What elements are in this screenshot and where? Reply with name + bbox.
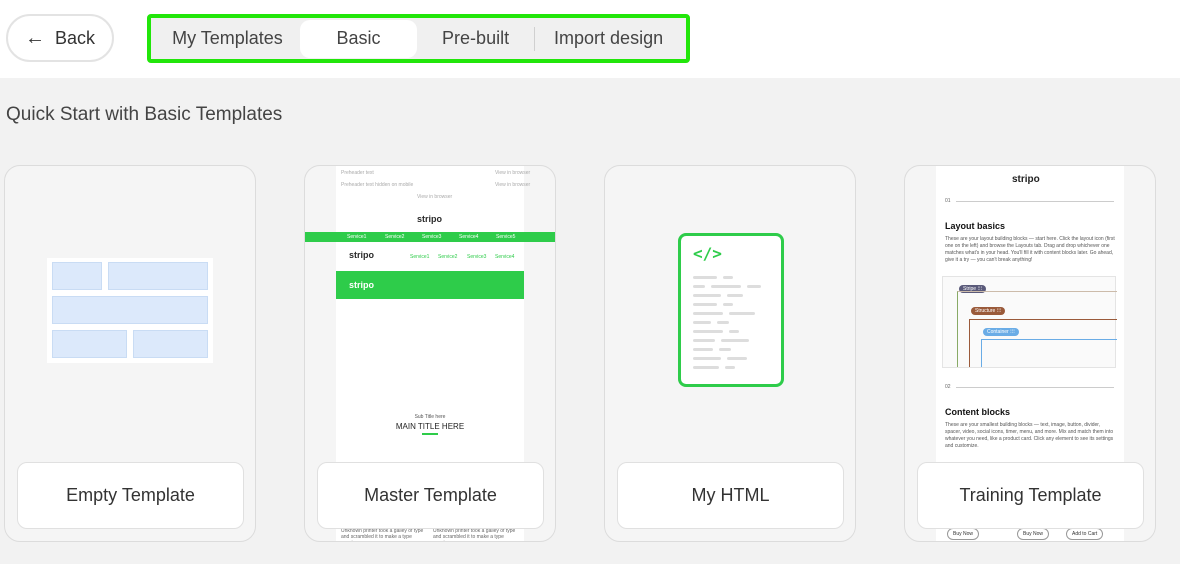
my-html-card[interactable]: </> My HTML (604, 165, 856, 542)
tab-basic[interactable]: Basic (299, 19, 418, 58)
back-button[interactable]: ← Back (6, 14, 114, 62)
top-bar: ← Back My Templates Basic Pre-built Impo… (0, 0, 1180, 78)
master-template-card[interactable]: Preheader text View in browser Preheader… (304, 165, 556, 542)
training-template-card[interactable]: stripo 01 Layout basics These are your l… (904, 165, 1156, 542)
tab-import-design[interactable]: Import design (535, 20, 682, 58)
master-template-button[interactable]: Master Template (317, 462, 544, 529)
tab-pre-built[interactable]: Pre-built (417, 20, 534, 58)
html-file-icon: </> (678, 233, 784, 387)
code-icon: </> (693, 244, 722, 263)
arrow-left-icon: ← (24, 27, 45, 49)
tab-my-templates[interactable]: My Templates (155, 20, 300, 58)
empty-template-button[interactable]: Empty Template (17, 462, 244, 529)
empty-layout-illustration (47, 258, 213, 363)
back-label: Back (54, 27, 96, 48)
my-html-button[interactable]: My HTML (617, 462, 844, 529)
section-title: Quick Start with Basic Templates (6, 104, 283, 125)
training-template-button[interactable]: Training Template (917, 462, 1144, 529)
template-tabs: My Templates Basic Pre-built Import desi… (147, 14, 690, 63)
empty-template-card[interactable]: Empty Template (4, 165, 256, 542)
